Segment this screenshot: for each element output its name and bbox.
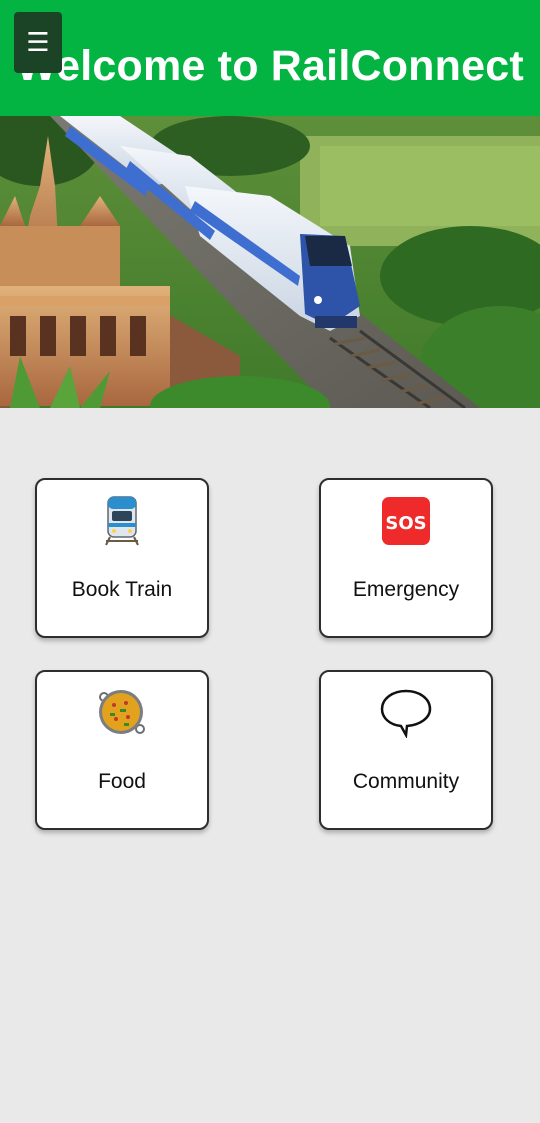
emergency-tile[interactable]: SOS Emergency (319, 478, 493, 638)
community-label: Community (352, 770, 460, 793)
app-header: Welcome to RailConnect ☰ (0, 0, 540, 116)
locomotive-icon (37, 494, 207, 548)
book-train-tile[interactable]: Book Train (35, 478, 209, 638)
food-tile[interactable]: Food (35, 670, 209, 830)
menu-button[interactable]: ☰ (14, 12, 62, 73)
hamburger-menu-icon: ☰ (26, 27, 50, 58)
train-scene-illustration (0, 116, 540, 408)
community-tile[interactable]: Community (319, 670, 493, 830)
book-train-label: Book Train (71, 578, 173, 601)
svg-text:SOS: SOS (385, 513, 426, 534)
emergency-label: Emergency (352, 578, 460, 601)
page-title: Welcome to RailConnect (16, 42, 524, 90)
paella-pan-icon (37, 686, 207, 740)
sos-icon: SOS (321, 494, 491, 548)
hero-banner-image (0, 116, 540, 408)
speech-bubble-icon (321, 686, 491, 740)
food-label: Food (98, 770, 146, 793)
